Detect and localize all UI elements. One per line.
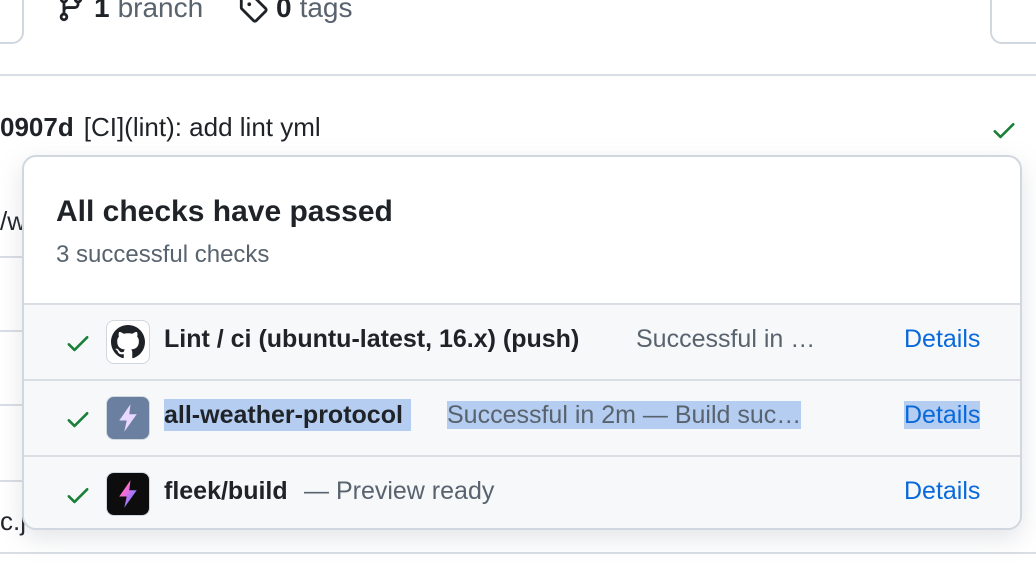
check-status: — Preview ready bbox=[304, 477, 495, 505]
check-status-text: Successful in 2m — Build suc… bbox=[447, 401, 802, 429]
branch-label: branch bbox=[117, 0, 204, 23]
go-to-file-button-partial[interactable] bbox=[990, 0, 1036, 44]
check-name: fleek/build bbox=[164, 477, 288, 505]
branch-count: 1 bbox=[94, 0, 110, 23]
divider bbox=[0, 330, 24, 332]
check-name-text: all-weather-protocol bbox=[164, 399, 411, 431]
divider bbox=[0, 480, 24, 482]
tag-label: tags bbox=[299, 0, 353, 23]
check-status: Successful in 2m — Build suc… bbox=[447, 401, 802, 430]
popover-header: All checks have passed 3 successful chec… bbox=[24, 157, 1020, 303]
branch-icon bbox=[59, 0, 83, 22]
checks-popover: All checks have passed 3 successful chec… bbox=[22, 155, 1022, 530]
lightning-icon bbox=[106, 396, 150, 440]
fleek-icon bbox=[106, 472, 150, 516]
divider bbox=[0, 404, 24, 406]
check-name: Lint / ci (ubuntu-latest, 16.x) (push) bbox=[164, 325, 580, 353]
details-link[interactable]: Details bbox=[904, 325, 980, 354]
details-link-text: Details bbox=[904, 401, 981, 429]
commit-message[interactable]: [CI](lint): add lint yml bbox=[84, 112, 321, 143]
check-row: fleek/build — Preview ready Details bbox=[24, 455, 1020, 528]
check-name: all-weather-protocol bbox=[164, 399, 411, 431]
check-icon bbox=[67, 336, 89, 352]
check-row: Lint / ci (ubuntu-latest, 16.x) (push) S… bbox=[24, 303, 1020, 379]
latest-commit: 0907d [CI](lint): add lint yml bbox=[0, 112, 321, 143]
check-row: all-weather-protocol Successful in 2m — … bbox=[24, 379, 1020, 455]
divider bbox=[0, 552, 1036, 554]
tag-icon bbox=[239, 0, 268, 23]
check-icon bbox=[67, 412, 89, 428]
details-link[interactable]: Details bbox=[904, 401, 981, 430]
tags-count-link[interactable]: 0 tags bbox=[238, 0, 353, 24]
check-status: Successful in … bbox=[636, 325, 816, 353]
divider bbox=[0, 74, 1036, 76]
branch-count-link[interactable]: 1 branch bbox=[56, 0, 203, 24]
tag-count: 0 bbox=[276, 0, 292, 23]
code-button-partial[interactable] bbox=[0, 0, 24, 44]
check-icon bbox=[67, 488, 89, 504]
checks-passed-icon[interactable] bbox=[990, 116, 1018, 144]
divider bbox=[0, 256, 24, 258]
popover-subtitle: 3 successful checks bbox=[56, 241, 270, 268]
commit-sha[interactable]: 0907d bbox=[0, 112, 74, 143]
github-icon bbox=[106, 320, 150, 364]
popover-title: All checks have passed bbox=[56, 195, 393, 228]
details-link[interactable]: Details bbox=[904, 477, 980, 506]
